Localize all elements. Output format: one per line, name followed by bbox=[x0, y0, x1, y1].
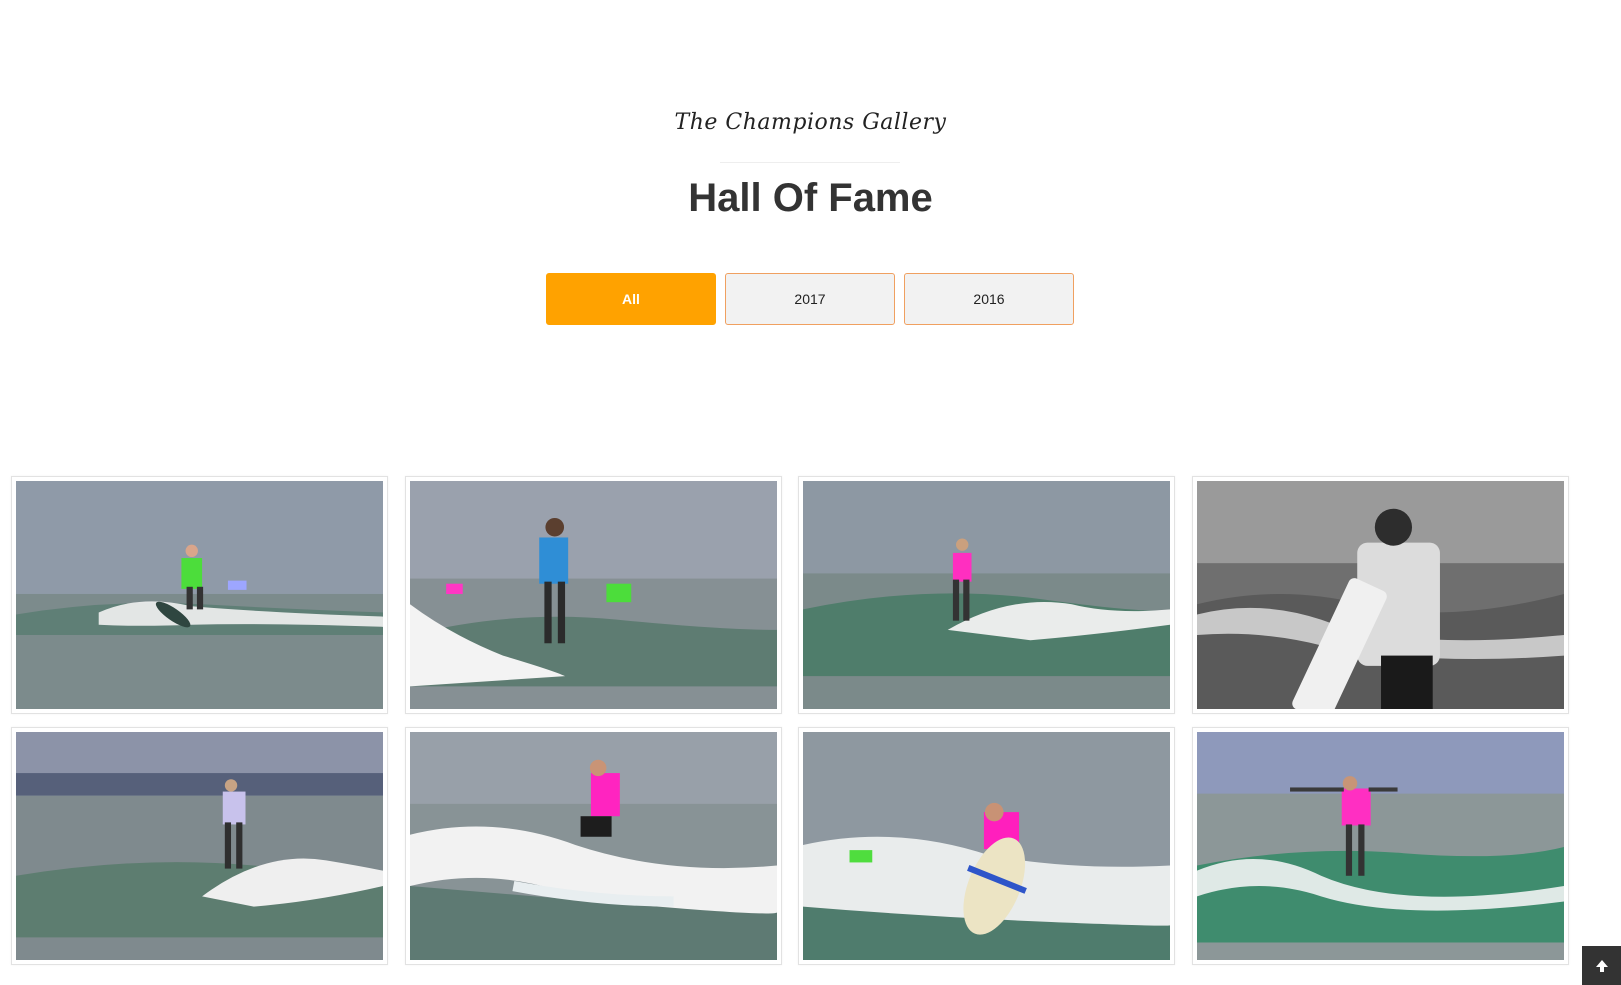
surf-photo-walking-bw bbox=[1197, 481, 1564, 709]
gallery-item[interactable] bbox=[798, 727, 1175, 965]
surf-photo-lavender-shirt bbox=[16, 732, 383, 960]
surf-photo-green-shirt bbox=[16, 481, 383, 709]
filter-bar: All 2017 2016 bbox=[546, 273, 1074, 325]
gallery-item[interactable] bbox=[11, 727, 388, 965]
filter-2017-button[interactable]: 2017 bbox=[725, 273, 895, 325]
surf-photo-blue-shirt bbox=[410, 481, 777, 709]
title-divider bbox=[720, 162, 900, 163]
surf-photo-pink-shirt-arms-out bbox=[1197, 732, 1564, 960]
surf-photo-pink-shirt-carving bbox=[410, 732, 777, 960]
gallery-item[interactable] bbox=[405, 476, 782, 714]
scroll-to-top-button[interactable] bbox=[1582, 946, 1621, 985]
gallery-item[interactable] bbox=[1192, 727, 1569, 965]
gallery-item[interactable] bbox=[1192, 476, 1569, 714]
arrow-up-icon bbox=[1595, 959, 1608, 972]
gallery-subtitle: The Champions Gallery bbox=[674, 110, 947, 135]
filter-2016-button[interactable]: 2016 bbox=[904, 273, 1074, 325]
page-title: Hall Of Fame bbox=[688, 176, 933, 220]
gallery-item[interactable] bbox=[798, 476, 1175, 714]
gallery-item[interactable] bbox=[405, 727, 782, 965]
filter-all-button[interactable]: All bbox=[546, 273, 716, 325]
gallery-item[interactable] bbox=[11, 476, 388, 714]
surf-photo-pink-shirt bbox=[803, 481, 1170, 709]
surf-photo-pink-shirt-board-up bbox=[803, 732, 1170, 960]
